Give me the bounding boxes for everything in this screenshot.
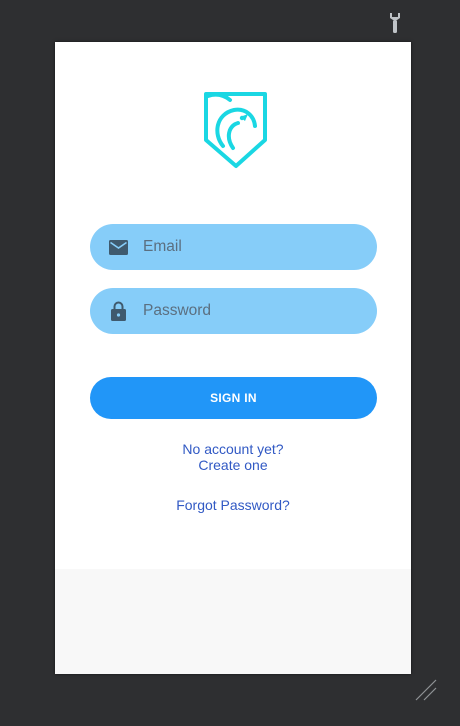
lock-icon — [107, 300, 129, 322]
email-field[interactable] — [90, 224, 377, 270]
forgot-password-container: Forgot Password? — [55, 497, 411, 513]
password-field[interactable] — [90, 288, 377, 334]
shield-bird-logo — [204, 92, 267, 168]
no-account-text: No account yet? — [182, 441, 284, 457]
envelope-icon — [107, 236, 129, 258]
forgot-password-link[interactable]: Forgot Password? — [176, 497, 290, 513]
wrench-icon[interactable] — [386, 12, 404, 34]
resize-grip-icon[interactable] — [414, 678, 438, 702]
sign-in-button[interactable]: SIGN IN — [90, 377, 377, 419]
app-window: SIGN IN No account yet? Create one Forgo… — [55, 42, 411, 674]
password-input[interactable] — [143, 302, 353, 320]
account-prompt: No account yet? Create one — [55, 441, 411, 473]
emulator-frame: SIGN IN No account yet? Create one Forgo… — [0, 0, 460, 726]
create-account-link[interactable]: Create one — [198, 457, 267, 473]
window-footer — [55, 569, 411, 674]
email-input[interactable] — [143, 238, 353, 256]
